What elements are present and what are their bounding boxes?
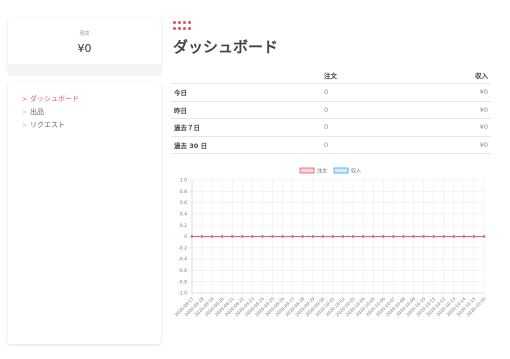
balance-value: ¥0 [77, 42, 92, 55]
data-point [331, 234, 335, 239]
table-row: 昨日 0 ¥0 [171, 101, 491, 119]
data-point [391, 234, 396, 239]
data-point [371, 234, 375, 239]
sidebar-item-dashboard[interactable]: > ダッシュボード [22, 94, 79, 104]
data-point [381, 234, 385, 239]
y-tick-label: 0.6 [180, 200, 187, 206]
data-point [411, 234, 416, 239]
chart-legend: 注文 収入 [299, 167, 361, 175]
data-point [250, 234, 255, 239]
sidebar-item-requests[interactable]: > リクエスト [22, 120, 65, 130]
sidebar-item-listings[interactable]: > 出品 [22, 107, 44, 117]
chart-series [190, 234, 486, 239]
y-axis: 1.0 0.8 0.6 0.4 0.2 0 -0.2 -0.4 -0.6 -0.8 -1.0 [178, 178, 187, 297]
orders-cell: 0 [321, 118, 441, 137]
legend-label-revenue: 収入 [351, 168, 361, 175]
data-point [351, 234, 355, 239]
data-point [260, 234, 265, 239]
data-point [401, 234, 406, 239]
legend-label-orders: 注文 [317, 168, 327, 175]
chevron-right-icon: > [22, 95, 28, 103]
sidebar-item-label: リクエスト [30, 121, 65, 129]
y-tick-label: 0.8 [180, 189, 187, 195]
y-tick-label: 0 [184, 234, 187, 240]
data-point [220, 234, 224, 239]
column-header-orders: 注文 [321, 66, 441, 84]
row-label: 今日 [171, 83, 321, 102]
dashboard-page: 残高 ¥0 > ダッシュボード > 出品 > リクエスト ダッシュボード 注文 … [0, 0, 510, 359]
data-point [482, 234, 486, 239]
data-point [361, 234, 365, 239]
data-point [421, 234, 426, 239]
table-row: 過去 30 日 0 ¥0 [171, 136, 491, 154]
data-point [341, 234, 345, 239]
data-point [280, 234, 285, 239]
balance-card: 残高 ¥0 [8, 18, 161, 70]
revenue-cell: ¥0 [441, 118, 491, 137]
row-label: 過去 30 日 [171, 136, 321, 154]
data-point [210, 234, 214, 239]
chart-grid [189, 179, 485, 296]
data-point [472, 234, 476, 239]
data-point [200, 234, 204, 239]
column-header-revenue: 収入 [441, 66, 491, 84]
y-tick-label: -0.2 [178, 245, 187, 251]
table-row: 今日 0 ¥0 [171, 83, 491, 102]
table-header-row: 注文 収入 [171, 66, 491, 84]
data-point [442, 234, 446, 239]
x-axis: 2020-09-172020-09-182020-09-192020-09-20… [174, 296, 488, 318]
y-tick-label: -0.6 [178, 268, 187, 274]
column-header-period [171, 66, 321, 84]
revenue-cell: ¥0 [441, 136, 491, 154]
page-title: ダッシュボード [173, 38, 279, 56]
data-point [311, 234, 315, 239]
row-label: 昨日 [171, 101, 321, 119]
sidebar-item-label: 出品 [30, 108, 44, 116]
table-row: 過去７日 0 ¥0 [171, 118, 491, 137]
data-point [291, 234, 295, 239]
orders-revenue-chart: 注文 収入 1.0 0.8 0.6 0.4 0.2 0 -0.2 -0.4 -0.6 -0.8 -1… [174, 167, 488, 319]
y-tick-label: 0.2 [180, 223, 187, 229]
orders-cell: 0 [321, 83, 441, 102]
y-tick-label: -0.8 [178, 279, 187, 285]
sidebar-item-label: ダッシュボード [30, 95, 79, 103]
balance-card-footer [8, 64, 161, 76]
legend-swatch-revenue[interactable] [333, 167, 349, 174]
data-point [301, 234, 305, 239]
data-point [270, 234, 275, 239]
balance-label: 残高 [79, 31, 90, 37]
decorative-dots [173, 21, 195, 31]
row-label: 過去７日 [171, 118, 321, 137]
y-tick-label: -0.4 [178, 257, 187, 263]
y-tick-label: 0.4 [180, 212, 187, 218]
data-point [432, 234, 436, 239]
data-point [452, 234, 456, 239]
data-point [321, 234, 325, 239]
data-point [240, 234, 244, 239]
y-tick-label: 1.0 [180, 178, 187, 184]
data-point [230, 234, 234, 239]
chevron-right-icon: > [22, 108, 28, 116]
sidebar-nav: > ダッシュボード > 出品 > リクエスト [8, 82, 161, 344]
orders-cell: 0 [321, 101, 441, 119]
stats-table: 注文 収入 今日 0 ¥0 昨日 0 ¥0 過去７日 0 ¥0 過去 30 日 [171, 66, 491, 154]
chevron-right-icon: > [22, 121, 28, 129]
orders-cell: 0 [321, 136, 441, 154]
data-point [190, 234, 194, 239]
revenue-cell: ¥0 [441, 101, 491, 119]
data-point [462, 234, 466, 239]
revenue-cell: ¥0 [441, 83, 491, 102]
y-tick-label: -1.0 [178, 291, 187, 297]
legend-swatch-orders[interactable] [299, 167, 315, 174]
